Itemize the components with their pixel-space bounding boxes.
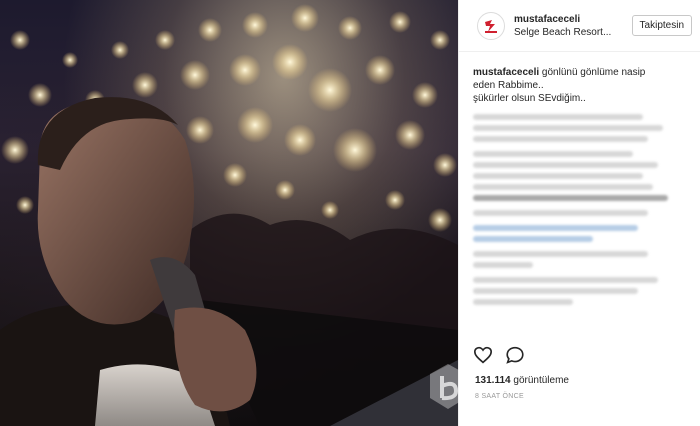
concert-selfie-image	[0, 4, 458, 426]
blurred-comment	[473, 225, 686, 242]
post-sidebar: mustafaceceli Selge Beach Resort... Taki…	[458, 0, 700, 426]
blurred-comment	[473, 114, 686, 142]
post-time[interactable]: 8 SAAT ÖNCE	[475, 393, 524, 400]
watermark-logo-icon	[430, 364, 466, 409]
views-number: 131.114	[475, 375, 511, 386]
views-count[interactable]: 131.114 görüntüleme	[475, 375, 569, 386]
blurred-comment	[473, 251, 686, 268]
following-button[interactable]: Takiptesin	[631, 15, 692, 36]
blurred-comment	[473, 277, 686, 305]
caption-author[interactable]: mustafaceceli	[473, 67, 539, 78]
caption-text-2: eden Rabbime..	[473, 80, 544, 91]
avatar[interactable]	[477, 11, 505, 40]
comment-icon[interactable]	[505, 346, 525, 364]
brand-logo-icon	[481, 15, 501, 36]
caption: mustafaceceli gönlünü gönlüme nasip eden…	[473, 66, 686, 105]
heart-icon[interactable]	[473, 346, 493, 364]
views-label: görüntüleme	[510, 375, 569, 386]
caption-text-1: gönlünü gönlüme nasip	[539, 67, 646, 78]
username[interactable]: mustafaceceli	[514, 13, 632, 26]
post-header: mustafaceceli Selge Beach Resort... Taki…	[459, 0, 700, 52]
comments-section: mustafaceceli gönlünü gönlüme nasip eden…	[459, 52, 700, 330]
blurred-comment	[473, 210, 686, 216]
post-actions	[473, 346, 525, 364]
caption-text-3: şükürler olsun SEvdiğim..	[473, 93, 586, 104]
post-photo[interactable]	[0, 0, 458, 426]
location[interactable]: Selge Beach Resort...	[514, 26, 632, 39]
blurred-comment	[473, 151, 686, 201]
